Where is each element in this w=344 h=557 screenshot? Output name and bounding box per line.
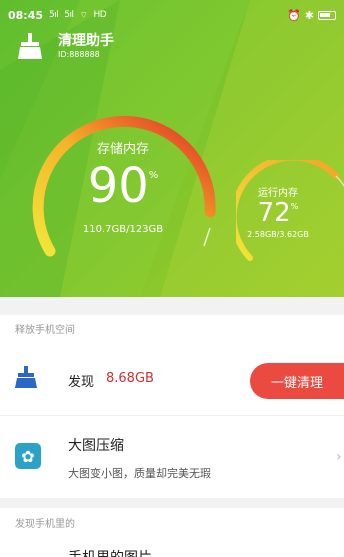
hero-header: 08:45 5ıl 5ıl ⌔ HD ⏰ ✱ 清理助手 ID:888888 存储… (0, 0, 344, 297)
battery-icon (318, 10, 336, 20)
signal-icon-2: 5ıl (64, 10, 74, 20)
junk-size: 8.68GB (106, 371, 154, 386)
compress-subtitle: 大图变小图，质量却完美无瑕 (68, 467, 211, 480)
storage-percent-wrap: 90% (28, 158, 218, 214)
section-header-free-space: 释放手机空间 (15, 325, 75, 336)
junk-label: 发现 (68, 375, 95, 390)
memory-gauge[interactable]: 运行内存 72% 2.58GB/3.62GB (236, 160, 344, 270)
storage-percent: 90 (87, 158, 149, 214)
discover-next-title: 手机里的图片 (68, 547, 152, 557)
storage-gauge[interactable]: 存储内存 90% 110.7GB/123GB (28, 96, 218, 266)
storage-title: 存储内存 (96, 142, 149, 157)
alarm-icon: ⏰ (287, 8, 301, 22)
wifi-icon: ⌔ (79, 10, 88, 21)
section-header-discover: 发现手机里的 (15, 519, 75, 530)
memory-percent-sign: % (290, 202, 299, 211)
compress-title: 大图压缩 (68, 438, 124, 454)
status-time: 08:45 (8, 8, 44, 22)
app-bar: 清理助手 ID:888888 (16, 32, 114, 60)
memory-percent-wrap: 72% (224, 196, 332, 230)
chevron-right-icon: › (336, 449, 342, 465)
storage-usage: 110.7GB/123GB (82, 224, 164, 235)
storage-percent-sign: % (148, 170, 159, 181)
broom-icon (18, 33, 42, 59)
flower-icon: ✿ (15, 443, 41, 469)
divider (0, 297, 344, 315)
memory-usage: 2.58GB/3.62GB (247, 230, 309, 239)
row-divider (0, 415, 344, 416)
broom-icon (15, 366, 37, 388)
one-click-clean-button[interactable]: 一键清理 (250, 363, 344, 399)
status-bar: 08:45 5ıl 5ıl ⌔ HD ⏰ ✱ (0, 0, 344, 30)
compress-row[interactable]: ✿ 大图压缩 大图变小图，质量却完美无瑕 › (0, 425, 344, 495)
memory-percent: 72 (257, 198, 291, 228)
signal-icon: 5ıl (49, 10, 59, 20)
app-id: ID:888888 (58, 49, 100, 59)
network-type: HD (93, 10, 107, 20)
divider-2 (0, 498, 344, 508)
bluetooth-icon: ✱ (304, 8, 314, 22)
app-title: 清理助手 (58, 32, 114, 49)
